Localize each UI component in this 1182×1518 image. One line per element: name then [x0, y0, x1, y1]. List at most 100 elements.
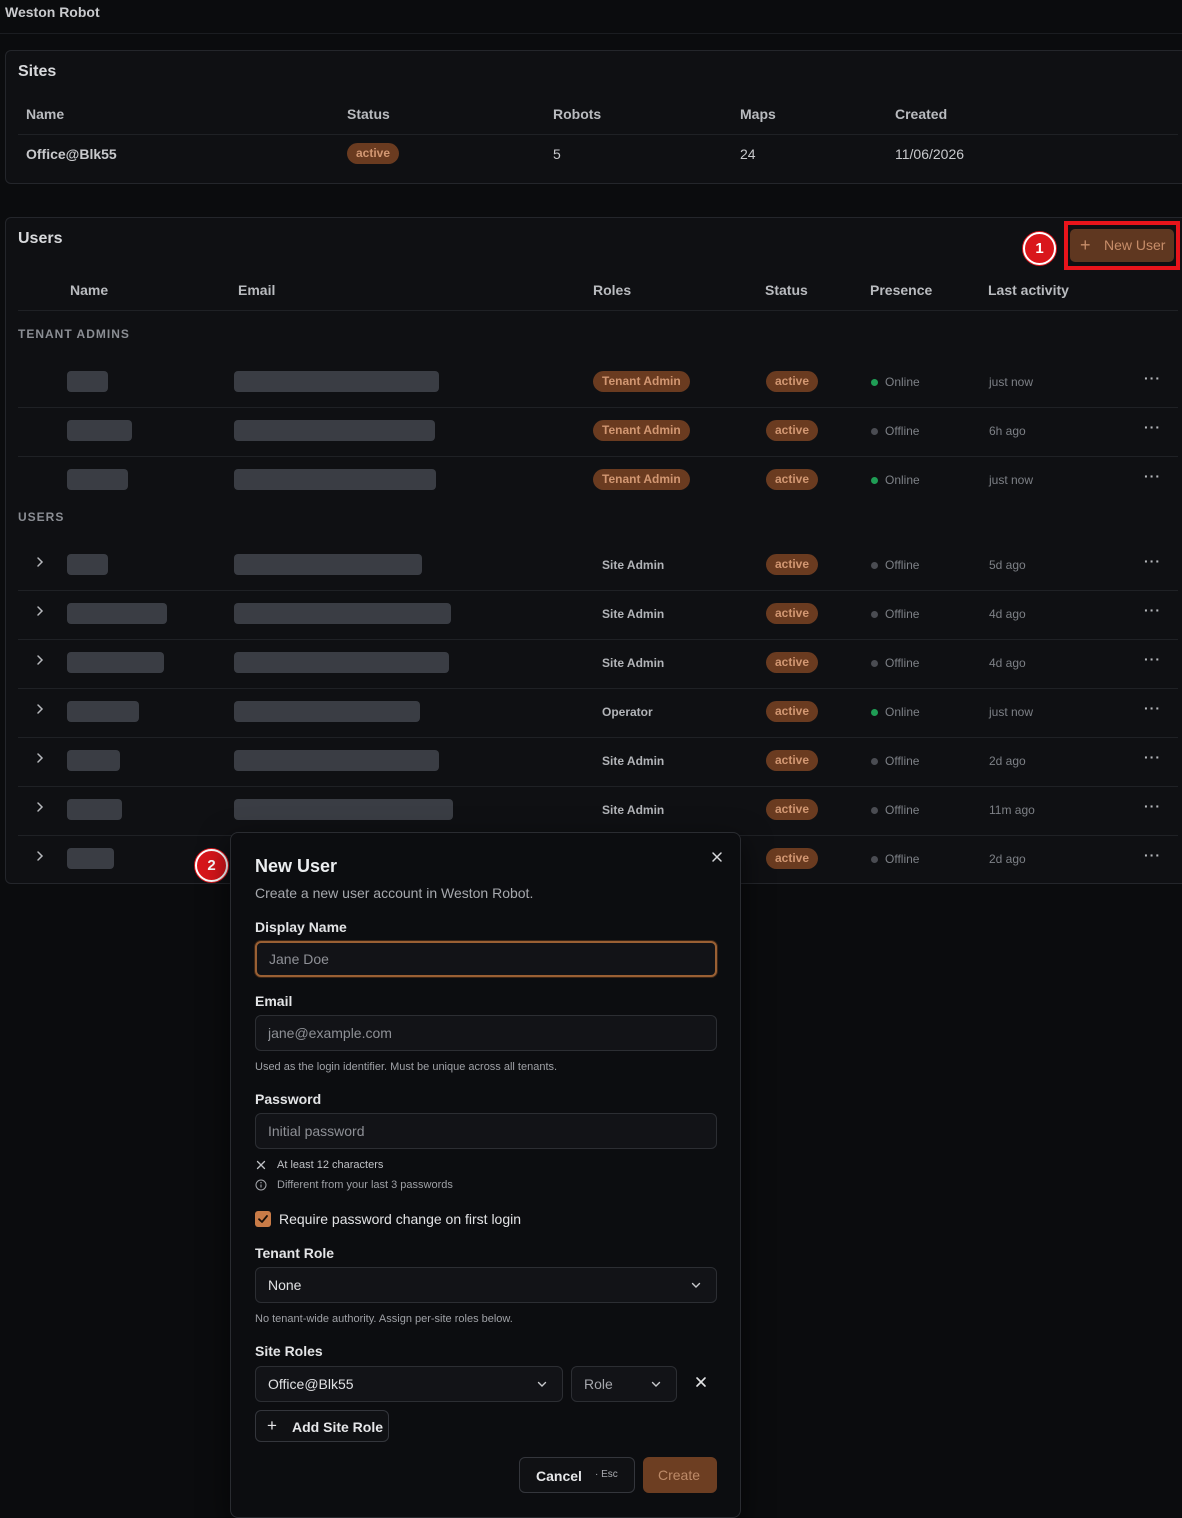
users-title: Users [18, 230, 63, 247]
more-actions-icon[interactable]: ··· [1144, 798, 1161, 814]
presence-label: Offline [885, 607, 920, 621]
status-badge: active [766, 554, 819, 575]
require-change-label[interactable]: Require password change on first login [279, 1211, 521, 1227]
role-select-placeholder: Role [584, 1376, 613, 1392]
display-name-input[interactable] [255, 941, 717, 977]
new-user-dialog: New User Create a new user account in We… [230, 832, 741, 1518]
role-label: Site Admin [602, 754, 665, 768]
role-select[interactable]: Role [571, 1366, 677, 1402]
site-name[interactable]: Office@Blk55 [26, 146, 117, 162]
user-name-redacted [67, 554, 108, 575]
site-roles-label: Site Roles [255, 1343, 323, 1359]
user-name-redacted [67, 701, 139, 722]
close-icon[interactable] [709, 849, 725, 865]
site-select-value: Office@Blk55 [268, 1376, 354, 1392]
more-actions-icon[interactable]: ··· [1144, 847, 1161, 863]
tenant-role-label: Tenant Role [255, 1245, 335, 1261]
email-input[interactable] [255, 1015, 717, 1051]
role-label: Operator [602, 705, 653, 719]
user-email-redacted [234, 371, 439, 392]
user-name-redacted [67, 750, 120, 771]
brand-name: Weston Robot [5, 4, 100, 20]
role-badge: Tenant Admin [593, 469, 690, 490]
last-activity: 2d ago [989, 852, 1026, 866]
more-actions-icon[interactable]: ··· [1144, 700, 1161, 716]
remove-site-role-icon[interactable] [694, 1375, 708, 1389]
user-email-redacted [234, 420, 435, 441]
presence-dot [871, 428, 878, 435]
chevron-right-icon[interactable] [33, 751, 47, 765]
more-actions-icon[interactable]: ··· [1144, 468, 1161, 484]
status-badge: active [766, 701, 819, 722]
presence-label: Online [885, 375, 920, 389]
status-badge: active [766, 420, 819, 441]
divider [18, 310, 1178, 311]
add-site-role-button[interactable]: + Add Site Role [255, 1410, 389, 1442]
user-name-redacted [67, 848, 114, 869]
step-marker-2: 2 [195, 849, 228, 882]
presence-label: Offline [885, 803, 920, 817]
tenant-role-value: None [268, 1277, 302, 1293]
role-label: Site Admin [602, 803, 665, 817]
email-label: Email [255, 993, 293, 1009]
add-site-role-label: Add Site Role [292, 1419, 384, 1435]
sites-col-status: Status [347, 106, 390, 122]
users-col-status: Status [765, 282, 808, 298]
site-created: 11/06/2026 [895, 146, 965, 162]
chevron-down-icon [691, 1282, 701, 1288]
site-maps: 24 [740, 146, 756, 162]
info-icon [255, 1179, 267, 1191]
status-badge: active [766, 750, 819, 771]
more-actions-icon[interactable]: ··· [1144, 749, 1161, 765]
role-badge: Tenant Admin [593, 420, 690, 441]
more-actions-icon[interactable]: ··· [1144, 602, 1161, 618]
status-badge: active [766, 603, 819, 624]
chevron-right-icon[interactable] [33, 702, 47, 716]
chevron-right-icon[interactable] [33, 849, 47, 863]
chevron-right-icon[interactable] [33, 555, 47, 569]
site-status-badge: active [347, 143, 400, 164]
sites-col-name: Name [26, 106, 65, 122]
chevron-down-icon [651, 1381, 661, 1387]
check-icon [258, 1215, 268, 1223]
site-select[interactable]: Office@Blk55 [255, 1366, 563, 1402]
user-email-redacted [234, 652, 449, 673]
more-actions-icon[interactable]: ··· [1144, 651, 1161, 667]
last-activity: just now [989, 473, 1034, 487]
role-label: Site Admin [602, 656, 665, 670]
more-actions-icon[interactable]: ··· [1144, 370, 1161, 386]
presence-dot [871, 660, 878, 667]
role-label: Site Admin [602, 607, 665, 621]
users-col-presence: Presence [870, 282, 933, 298]
users-col-last-activity: Last activity [988, 282, 1069, 298]
status-badge: active [766, 469, 819, 490]
role-badge: Tenant Admin [593, 371, 690, 392]
sites-col-robots: Robots [553, 106, 602, 122]
status-badge: active [766, 799, 819, 820]
user-name-redacted [67, 799, 122, 820]
presence-dot [871, 709, 878, 716]
chevron-right-icon[interactable] [33, 604, 47, 618]
more-actions-icon[interactable]: ··· [1144, 419, 1161, 435]
user-email-redacted [234, 603, 451, 624]
chevron-right-icon[interactable] [33, 800, 47, 814]
chevron-right-icon[interactable] [33, 653, 47, 667]
users-col-roles: Roles [593, 282, 632, 298]
user-email-redacted [234, 469, 436, 490]
require-change-checkbox[interactable] [255, 1211, 271, 1227]
tenant-role-help: No tenant-wide authority. Assign per-sit… [255, 1313, 513, 1325]
divider [18, 134, 1178, 135]
create-button[interactable]: Create [643, 1457, 717, 1493]
password-rule-length-text: At least 12 characters [277, 1159, 384, 1171]
last-activity: 4d ago [989, 607, 1026, 621]
display-name-label: Display Name [255, 919, 347, 935]
users-col-name: Name [70, 282, 109, 298]
sites-title: Sites [18, 63, 57, 80]
more-actions-icon[interactable]: ··· [1144, 553, 1161, 569]
user-name-redacted [67, 603, 167, 624]
role-label: Site Admin [602, 558, 665, 572]
tenant-role-select[interactable]: None [255, 1267, 717, 1303]
cancel-button[interactable]: Cancel · Esc [519, 1457, 635, 1493]
password-input[interactable] [255, 1113, 717, 1149]
dialog-subtitle: Create a new user account in Weston Robo… [255, 885, 534, 901]
